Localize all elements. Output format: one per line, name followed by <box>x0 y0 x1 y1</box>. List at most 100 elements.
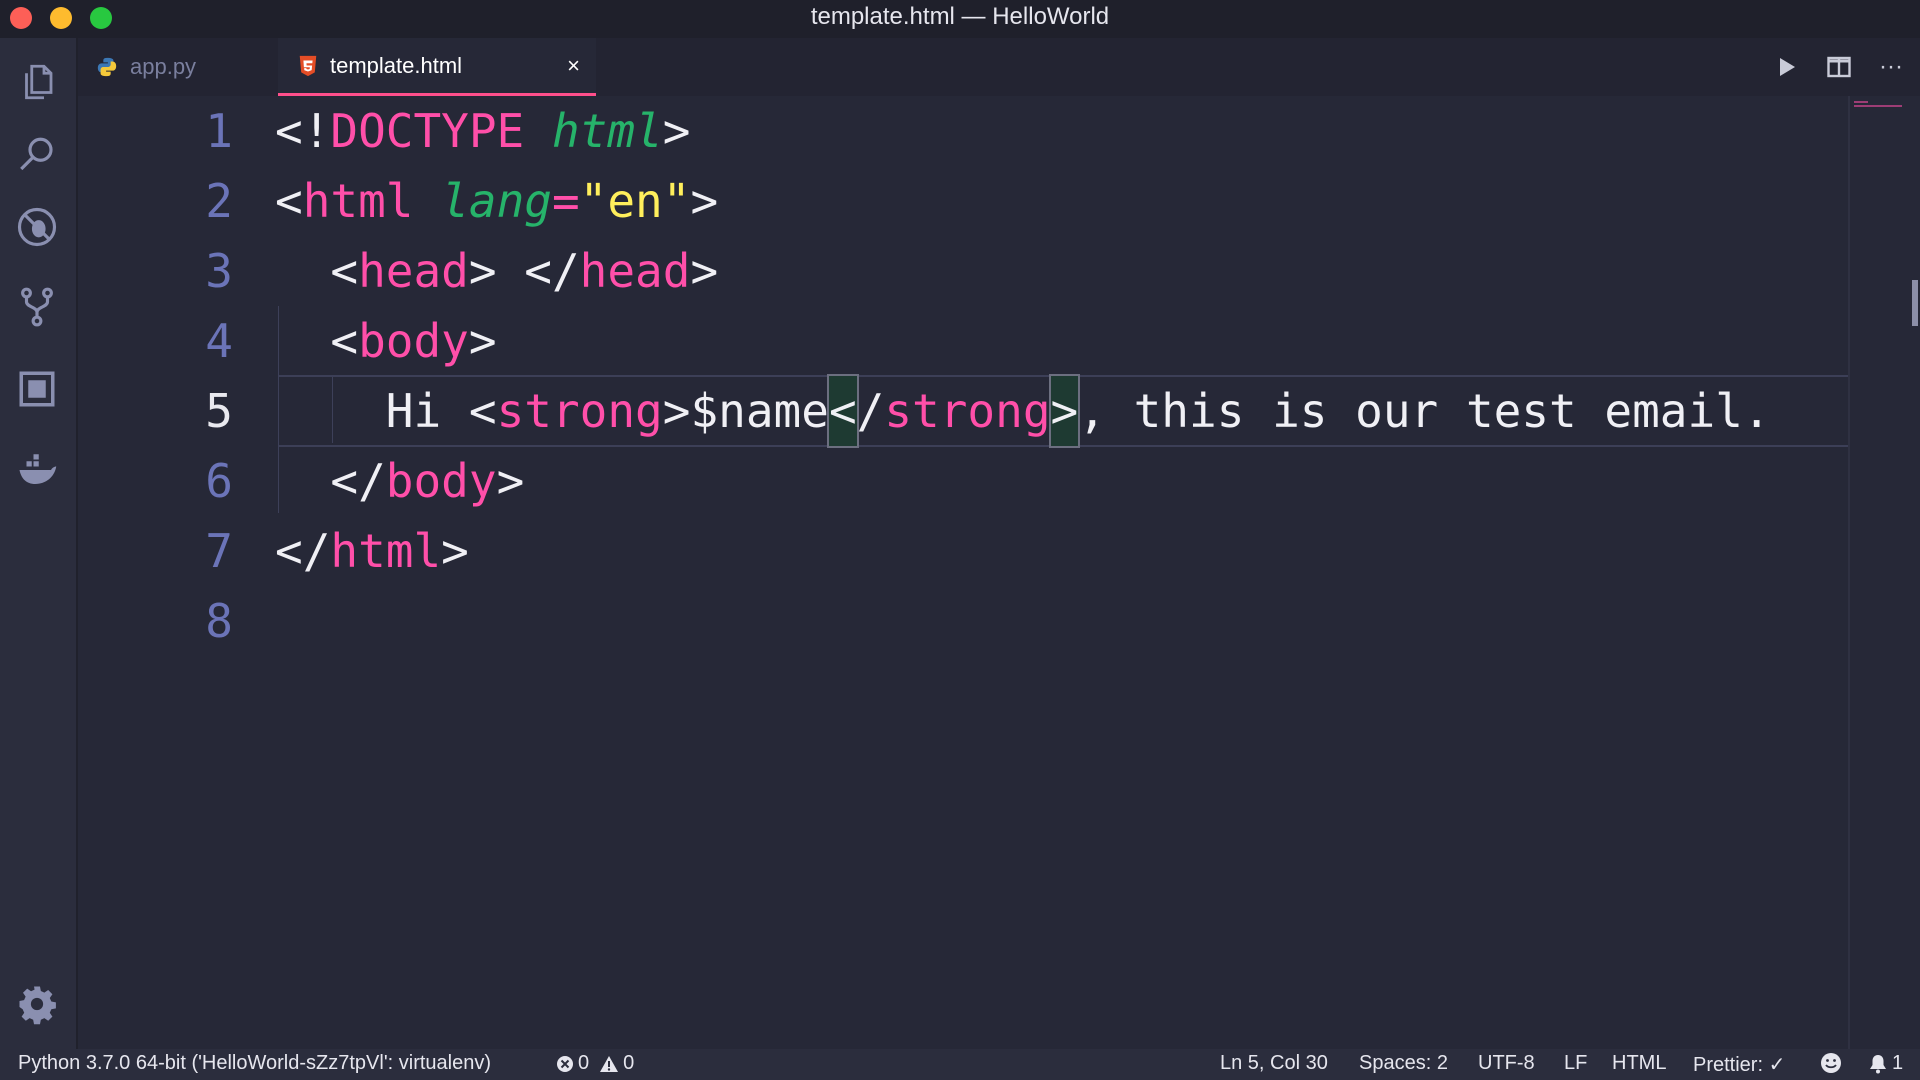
python-interpreter[interactable]: Python 3.7.0 64-bit ('HelloWorld-sZz7tpV… <box>18 1052 491 1075</box>
html5-file-icon <box>298 55 318 77</box>
code-line[interactable]: 1 <!DOCTYPE html> <box>78 96 1848 166</box>
debug-icon[interactable] <box>13 203 61 251</box>
code-line[interactable]: 4 <body> <box>78 306 1848 376</box>
code-token-tag: strong <box>884 384 1051 438</box>
minimap-line <box>1854 105 1902 107</box>
code-text: </body> <box>275 446 524 516</box>
code-token-kw: DOCTYPE <box>330 104 525 158</box>
language-mode[interactable]: HTML <box>1612 1052 1666 1075</box>
editor-actions: ··· <box>1770 38 1920 96</box>
code-token-punc: > <box>690 174 719 228</box>
title-bar: template.html — HelloWorld <box>0 0 1920 38</box>
code-token-tag: body <box>385 454 497 508</box>
notifications-button[interactable]: 1 <box>1868 1052 1903 1075</box>
line-number: 5 <box>205 384 233 438</box>
code-token-punc: > <box>662 384 691 438</box>
docker-icon[interactable] <box>13 446 61 494</box>
code-token-punc: > </ <box>468 244 580 298</box>
problems-indicator[interactable]: 0 0 <box>556 1052 634 1075</box>
line-number: 3 <box>205 244 233 298</box>
code-token-punc <box>413 174 441 228</box>
split-editor-icon <box>1827 56 1851 78</box>
error-icon <box>557 1055 573 1072</box>
warning-icon <box>600 1055 619 1072</box>
code-token-punc: <! <box>275 104 331 158</box>
cursor-position[interactable]: Ln 5, Col 30 <box>1220 1052 1328 1075</box>
code-text: <!DOCTYPE html> <box>275 96 690 166</box>
code-text: Hi <strong>$name</strong>, this is our t… <box>275 374 1771 448</box>
encoding-setting[interactable]: UTF-8 <box>1478 1052 1535 1075</box>
minimap[interactable] <box>1848 96 1920 1049</box>
code-token-punc: > <box>468 314 497 368</box>
tab-app-py[interactable]: app.py <box>78 38 278 96</box>
code-text: <html lang="en"> <box>275 166 718 236</box>
editor-tab-bar: app.py template.html × ··· <box>78 38 1920 96</box>
run-button[interactable] <box>1772 52 1802 82</box>
code-text: </html> <box>275 516 469 586</box>
code-token-punc: > <box>441 524 469 578</box>
error-count: 0 <box>578 1052 590 1074</box>
code-token-punc: > <box>496 454 525 508</box>
code-token-punc <box>524 104 552 158</box>
code-token-text: , this is our test email. <box>1078 384 1771 438</box>
extensions-icon[interactable] <box>13 365 61 413</box>
code-token-punc: < <box>468 384 497 438</box>
tab-template-html[interactable]: template.html × <box>278 38 596 96</box>
feedback-button[interactable] <box>1820 1052 1846 1074</box>
python-file-icon <box>96 56 118 78</box>
code-line[interactable]: 6 </body> <box>78 446 1848 516</box>
code-token-punc: < <box>275 314 359 368</box>
prettier-status[interactable]: Prettier: ✓ <box>1693 1052 1785 1077</box>
line-number: 8 <box>205 594 233 648</box>
play-icon <box>1780 58 1795 76</box>
code-line[interactable]: 8 <box>78 586 1848 656</box>
code-token-str: "en" <box>579 174 691 228</box>
bracket-match-highlight: < <box>826 374 859 448</box>
code-token-tag: = <box>551 174 580 228</box>
scrollbar-thumb[interactable] <box>1912 280 1918 326</box>
status-bar: Python 3.7.0 64-bit ('HelloWorld-sZz7tpV… <box>0 1049 1920 1080</box>
close-tab-icon[interactable]: × <box>567 53 580 79</box>
code-editor[interactable]: 1 <!DOCTYPE html> 2 <html lang="en"> 3 <head… <box>78 96 1848 1049</box>
code-line[interactable]: 3 <head> </head> <box>78 236 1848 306</box>
code-token-tag: strong <box>496 384 663 438</box>
indentation-setting[interactable]: Spaces: 2 <box>1359 1052 1448 1075</box>
line-number: 6 <box>205 454 233 508</box>
files-icon[interactable] <box>13 58 61 106</box>
code-line[interactable]: 7 </html> <box>78 516 1848 586</box>
code-line[interactable]: 5 Hi <strong>$name</strong>, this is our… <box>78 374 1848 448</box>
code-token-punc: < <box>275 244 359 298</box>
code-token-punc: > <box>690 244 719 298</box>
tab-label: template.html <box>330 52 463 78</box>
code-token-punc: / <box>856 384 885 438</box>
code-token-punc: < <box>275 174 303 228</box>
more-actions-button[interactable]: ··· <box>1876 52 1906 82</box>
code-token-tag: head <box>358 244 469 298</box>
code-token-attr: html <box>551 104 663 158</box>
tab-label: app.py <box>130 54 197 79</box>
bracket-match-highlight: > <box>1048 374 1081 448</box>
line-number: 7 <box>205 524 233 578</box>
code-token-tag: body <box>358 314 469 368</box>
code-token-tag: html <box>302 174 414 228</box>
search-icon[interactable] <box>13 131 61 179</box>
code-token-tag: html <box>330 524 442 578</box>
line-number: 2 <box>205 174 233 228</box>
source-control-icon[interactable] <box>13 283 61 331</box>
code-token-attr: lang <box>441 174 552 228</box>
split-editor-button[interactable] <box>1824 52 1854 82</box>
code-text: <head> </head> <box>275 236 718 306</box>
code-line[interactable]: 2 <html lang="en"> <box>78 166 1848 236</box>
notification-count: 1 <box>1892 1052 1904 1074</box>
smiley-icon <box>1821 1053 1841 1073</box>
activity-bar <box>0 38 78 1049</box>
line-number: 1 <box>205 104 233 158</box>
warning-count: 0 <box>623 1052 635 1074</box>
code-text: <body> <box>275 306 497 376</box>
code-token-punc: </ <box>275 454 386 508</box>
code-token-text: $name <box>690 384 829 438</box>
eol-setting[interactable]: LF <box>1564 1052 1587 1075</box>
gear-icon[interactable] <box>13 980 61 1028</box>
code-token-text: Hi <box>275 384 469 438</box>
bell-icon <box>1870 1054 1886 1073</box>
